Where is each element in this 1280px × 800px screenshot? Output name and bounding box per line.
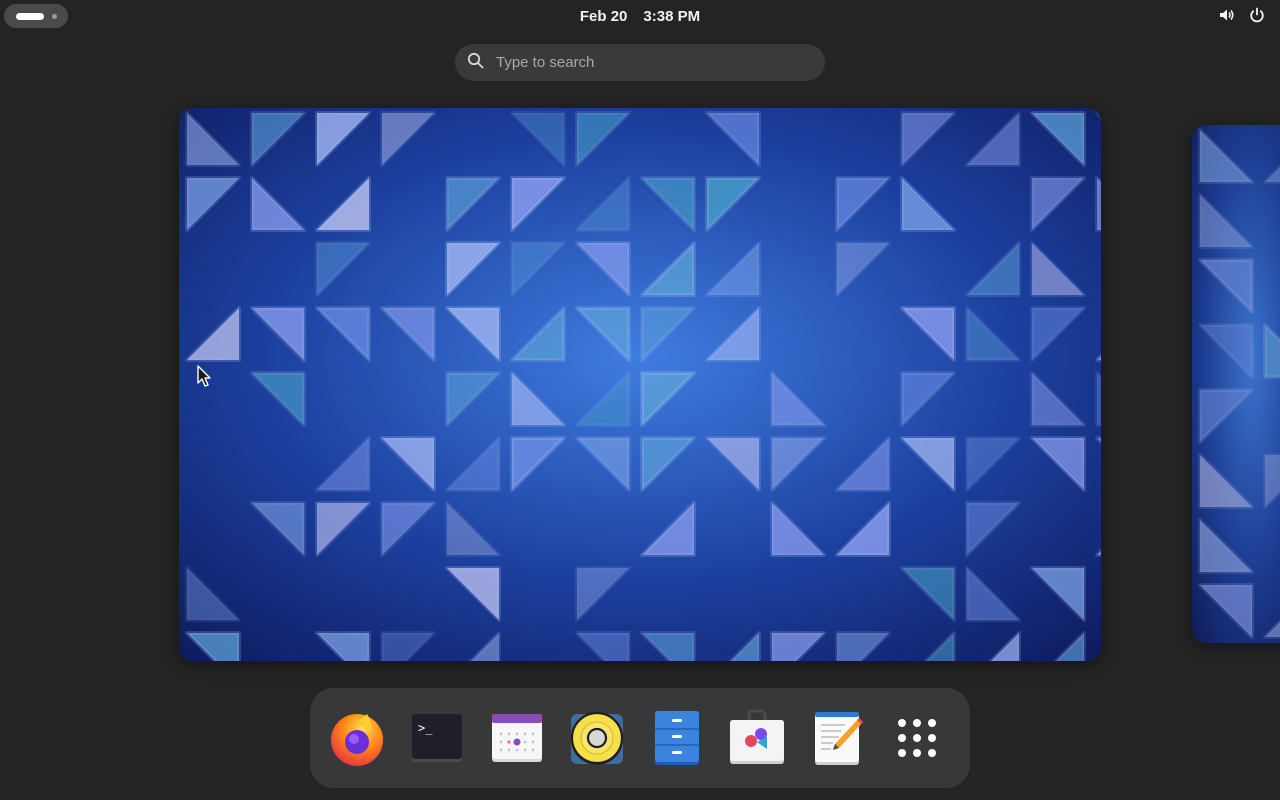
app-grid-icon	[895, 716, 939, 760]
dash: >_	[310, 688, 970, 788]
dash-app-calendar[interactable]	[486, 707, 548, 769]
search-icon	[467, 52, 496, 74]
dash-app-text-editor[interactable]	[806, 707, 868, 769]
wallpaper-image	[179, 108, 1101, 661]
search-bar[interactable]	[455, 44, 825, 81]
dash-app-terminal[interactable]: >_	[406, 707, 468, 769]
top-bar: Feb 20 3:38 PM	[0, 0, 1280, 32]
show-apps-button[interactable]	[886, 707, 948, 769]
clock-time: 3:38 PM	[643, 7, 701, 25]
wallpaper-triangle	[1095, 371, 1101, 427]
active-workspace-indicator	[16, 13, 44, 20]
clock-date: Feb 20	[579, 7, 628, 25]
mouse-cursor-icon	[197, 365, 213, 394]
dash-app-firefox[interactable]	[326, 707, 388, 769]
volume-icon	[1218, 6, 1236, 24]
system-menu-button[interactable]	[1218, 6, 1266, 24]
software-icon	[727, 708, 787, 768]
files-icon	[649, 708, 705, 768]
workspace-thumbnail-current[interactable]	[179, 108, 1101, 661]
wallpaper-triangle	[1095, 176, 1101, 232]
inactive-workspace-indicator	[52, 14, 57, 19]
dash-app-software[interactable]	[726, 707, 788, 769]
power-icon	[1248, 6, 1266, 24]
search-input[interactable]	[496, 54, 796, 71]
firefox-icon	[327, 708, 387, 768]
dash-app-files[interactable]	[646, 707, 708, 769]
terminal-icon: >_	[409, 710, 465, 766]
rhythmbox-icon	[567, 708, 627, 768]
text-editor-icon	[809, 708, 865, 768]
svg-text:>_: >_	[418, 721, 433, 735]
workspace-thumbnail-next[interactable]	[1192, 125, 1280, 643]
dash-app-rhythmbox[interactable]	[566, 707, 628, 769]
calendar-icon	[489, 710, 545, 766]
overview-screen: Feb 20 3:38 PM Type to search >_	[0, 0, 1280, 800]
activities-button[interactable]	[4, 4, 68, 28]
wallpaper-image	[1192, 125, 1280, 643]
clock-button[interactable]: Feb 20 3:38 PM	[540, 5, 740, 27]
